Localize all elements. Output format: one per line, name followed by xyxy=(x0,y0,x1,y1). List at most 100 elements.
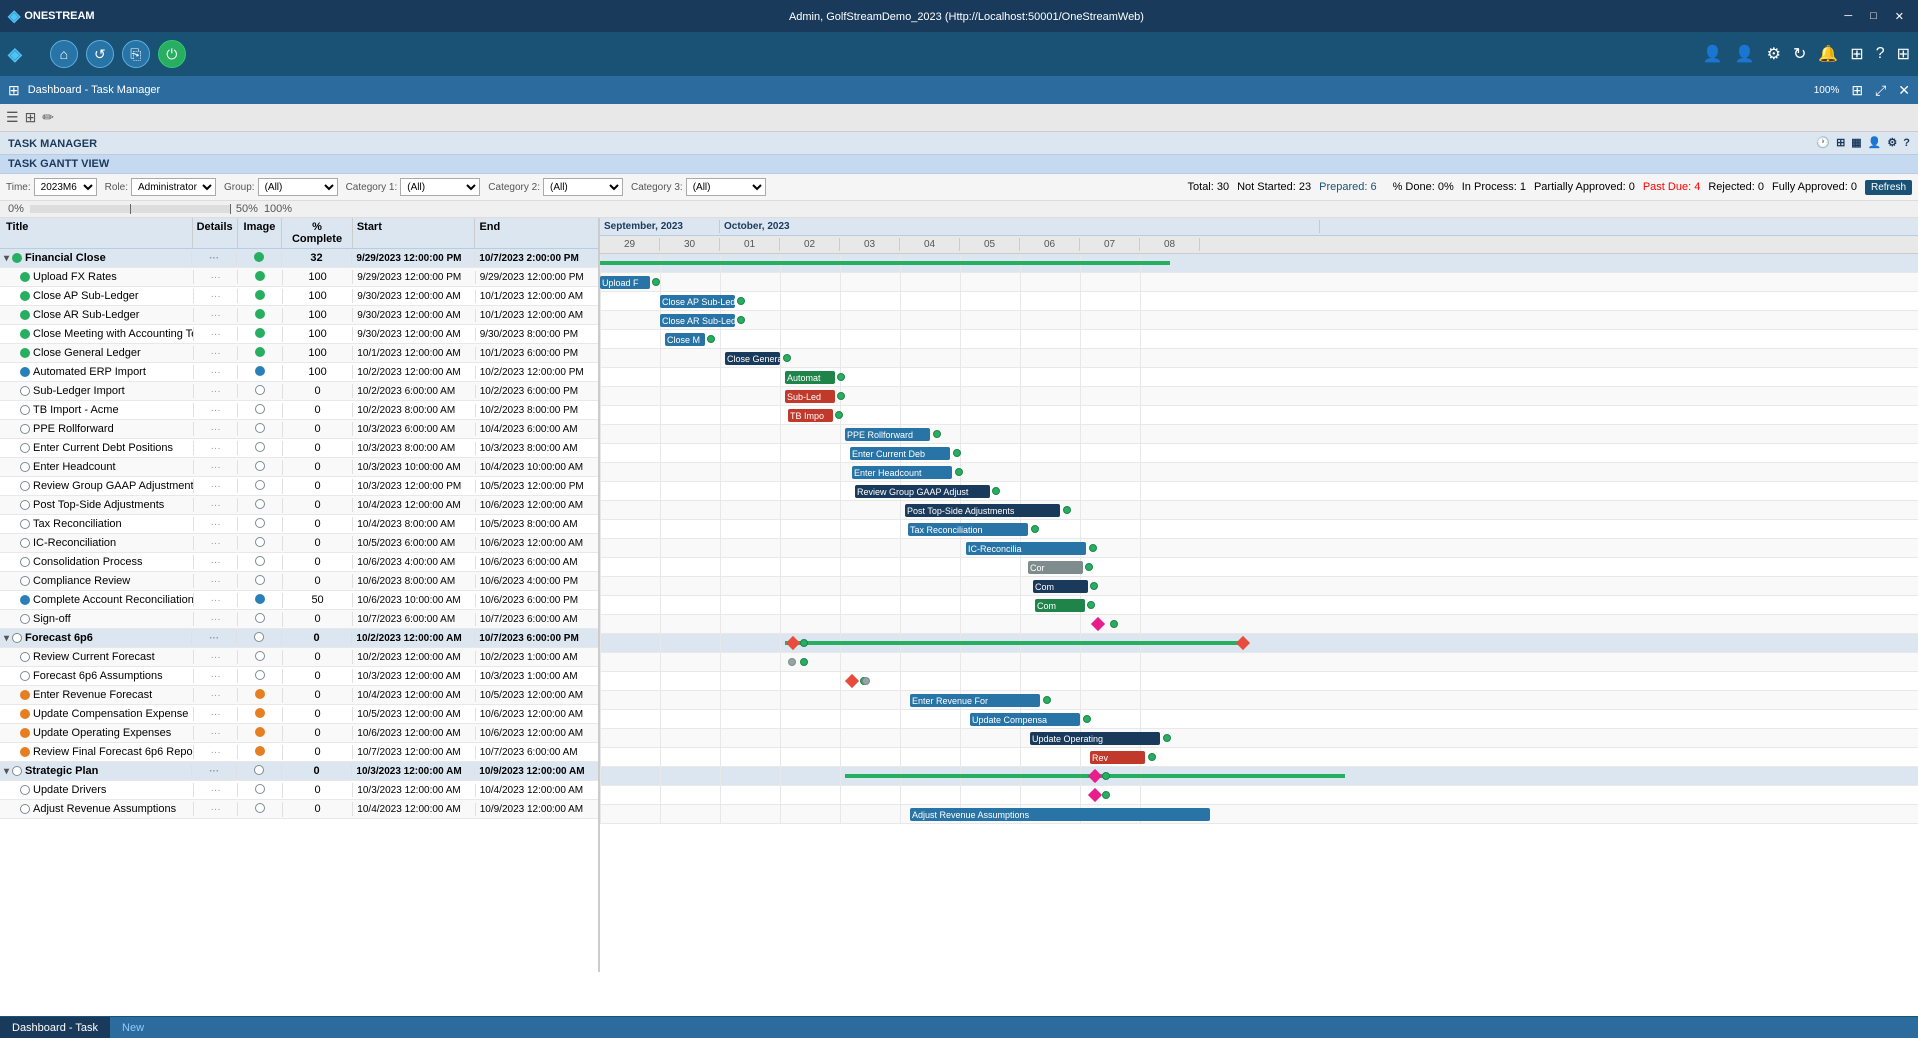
table-row[interactable]: Sign-off ··· 0 10/7/2023 6:00:00 AM 10/7… xyxy=(0,610,598,629)
details-button[interactable]: ··· xyxy=(211,614,221,625)
edit-icon[interactable]: ✏ xyxy=(42,109,54,126)
table-row[interactable]: Automated ERP Import ··· 100 10/2/2023 1… xyxy=(0,363,598,382)
details-button[interactable]: ··· xyxy=(211,386,221,397)
help-icon[interactable]: ? xyxy=(1876,45,1885,63)
gantt-milestone[interactable] xyxy=(837,373,845,381)
gantt-milestone[interactable] xyxy=(737,297,745,305)
admin-icon[interactable]: 👤 xyxy=(1735,44,1755,64)
gantt-milestone[interactable] xyxy=(953,449,961,457)
task-icon-help[interactable]: ? xyxy=(1903,137,1910,149)
gantt-milestone[interactable] xyxy=(737,316,745,324)
details-button[interactable]: ··· xyxy=(211,671,221,682)
table-row[interactable]: Update Operating Expenses ··· 0 10/6/202… xyxy=(0,724,598,743)
details-button[interactable]: ··· xyxy=(211,367,221,378)
gantt-milestone[interactable] xyxy=(1043,696,1051,704)
gantt-milestone[interactable] xyxy=(1163,734,1171,742)
table-row[interactable]: Consolidation Process ··· 0 10/6/2023 4:… xyxy=(0,553,598,572)
gantt-bar[interactable]: Upload F xyxy=(600,276,650,289)
gantt-diamond[interactable] xyxy=(845,674,859,688)
gantt-bar[interactable]: Com xyxy=(1033,580,1088,593)
details-button[interactable]: ··· xyxy=(211,519,221,530)
details-button[interactable]: ··· xyxy=(211,348,221,359)
task-icon-user[interactable]: 👤 xyxy=(1868,136,1882,149)
gantt-bar[interactable]: Adjust Revenue Assumptions xyxy=(910,808,1210,821)
details-button[interactable]: ··· xyxy=(211,747,221,758)
details-button[interactable]: ··· xyxy=(211,443,221,454)
gantt-bar[interactable]: IC-Reconcilia xyxy=(966,542,1086,555)
gantt-bar[interactable]: PPE Rollforward xyxy=(845,428,930,441)
grid-view-icon[interactable]: ⊞ xyxy=(25,109,37,126)
table-row[interactable]: Upload FX Rates ··· 100 9/29/2023 12:00:… xyxy=(0,268,598,287)
gantt-milestone[interactable] xyxy=(1087,601,1095,609)
gantt-milestone[interactable] xyxy=(652,278,660,286)
gantt-diamond[interactable] xyxy=(1088,788,1102,802)
details-button[interactable]: ··· xyxy=(211,310,221,321)
gantt-milestone[interactable] xyxy=(1110,620,1118,628)
power-button[interactable]: ⏻ xyxy=(158,40,186,68)
settings-icon[interactable]: ⚙ xyxy=(1767,44,1781,64)
table-row[interactable]: Tax Reconciliation ··· 0 10/4/2023 8:00:… xyxy=(0,515,598,534)
details-button[interactable]: ··· xyxy=(211,500,221,511)
gantt-milestone[interactable] xyxy=(992,487,1000,495)
details-button[interactable]: ··· xyxy=(211,462,221,473)
details-button[interactable]: ··· xyxy=(211,785,221,796)
table-row[interactable]: Compliance Review ··· 0 10/6/2023 8:00:0… xyxy=(0,572,598,591)
task-icon-clock[interactable]: 🕐 xyxy=(1816,136,1830,149)
details-button[interactable]: ··· xyxy=(211,538,221,549)
gantt-bar[interactable]: Close Genera xyxy=(725,352,780,365)
gantt-milestone[interactable] xyxy=(1063,506,1071,514)
table-row[interactable]: TB Import - Acme ··· 0 10/2/2023 8:00:00… xyxy=(0,401,598,420)
expand-icon[interactable]: ▾ xyxy=(4,253,9,264)
gantt-bar[interactable]: Rev xyxy=(1090,751,1145,764)
gantt-bar[interactable]: Close M xyxy=(665,333,705,346)
table-row[interactable]: ▾ Strategic Plan ··· 0 10/3/2023 12:00:0… xyxy=(0,762,598,781)
details-button[interactable]: ··· xyxy=(209,253,219,264)
gantt-milestone[interactable] xyxy=(1102,791,1110,799)
task-icon-gear[interactable]: ⚙ xyxy=(1887,136,1897,149)
details-button[interactable]: ··· xyxy=(211,481,221,492)
table-row[interactable]: Complete Account Reconciliations ··· 50 … xyxy=(0,591,598,610)
cat2-select[interactable]: (All) xyxy=(543,178,623,196)
details-button[interactable]: ··· xyxy=(211,557,221,568)
table-row[interactable]: Enter Revenue Forecast ··· 0 10/4/2023 1… xyxy=(0,686,598,705)
cat1-select[interactable]: (All) xyxy=(400,178,480,196)
table-row[interactable]: Post Top-Side Adjustments ··· 0 10/4/202… xyxy=(0,496,598,515)
gantt-milestone[interactable] xyxy=(837,392,845,400)
screen-icon[interactable]: ⊞ xyxy=(1850,44,1863,64)
role-select[interactable]: Administrator xyxy=(131,178,216,196)
details-button[interactable]: ··· xyxy=(211,329,221,340)
tab-dashboard[interactable]: Dashboard - Task xyxy=(0,1017,110,1038)
gantt-diamond[interactable] xyxy=(1236,636,1250,650)
grid-icon[interactable]: ⊞ xyxy=(1897,44,1910,64)
details-button[interactable]: ··· xyxy=(211,690,221,701)
gantt-diamond[interactable] xyxy=(1091,617,1105,631)
task-icon-filter2[interactable]: ▦ xyxy=(1851,136,1861,149)
table-row[interactable]: Forecast 6p6 Assumptions ··· 0 10/3/2023… xyxy=(0,667,598,686)
details-button[interactable]: ··· xyxy=(211,424,221,435)
table-row[interactable]: Review Current Forecast ··· 0 10/2/2023 … xyxy=(0,648,598,667)
gantt-bar[interactable]: Enter Current Deb xyxy=(850,447,950,460)
gantt-milestone[interactable] xyxy=(800,658,808,666)
gantt-milestone[interactable] xyxy=(1083,715,1091,723)
expand-icon[interactable]: ▾ xyxy=(4,766,9,777)
gantt-bar[interactable]: Automat xyxy=(785,371,835,384)
minimize-button[interactable]: ─ xyxy=(1838,8,1858,25)
dashboard-settings-icon[interactable]: ⊞ xyxy=(1851,82,1863,99)
gantt-milestone[interactable] xyxy=(788,658,796,666)
table-row[interactable]: Adjust Revenue Assumptions ··· 0 10/4/20… xyxy=(0,800,598,819)
user-icon[interactable]: 👤 xyxy=(1703,44,1723,64)
gantt-bar[interactable]: Sub-Led xyxy=(785,390,835,403)
gantt-bar[interactable]: Cor xyxy=(1028,561,1083,574)
table-row[interactable]: Close AR Sub-Ledger ··· 100 9/30/2023 12… xyxy=(0,306,598,325)
table-row[interactable]: Update Compensation Expense ··· 0 10/5/2… xyxy=(0,705,598,724)
gantt-milestone[interactable] xyxy=(707,335,715,343)
table-row[interactable]: Enter Current Debt Positions ··· 0 10/3/… xyxy=(0,439,598,458)
gantt-milestone[interactable] xyxy=(933,430,941,438)
gantt-bar[interactable]: Post Top-Side Adjustments xyxy=(905,504,1060,517)
table-row[interactable]: Enter Headcount ··· 0 10/3/2023 10:00:00… xyxy=(0,458,598,477)
table-row[interactable]: Review Final Forecast 6p6 Reports ··· 0 … xyxy=(0,743,598,762)
dashboard-bar-right[interactable]: 100% ⊞ ⤢ ✕ xyxy=(1814,82,1910,99)
details-button[interactable]: ··· xyxy=(211,709,221,720)
refresh-button[interactable]: ↺ xyxy=(86,40,114,68)
details-button[interactable]: ··· xyxy=(211,405,221,416)
